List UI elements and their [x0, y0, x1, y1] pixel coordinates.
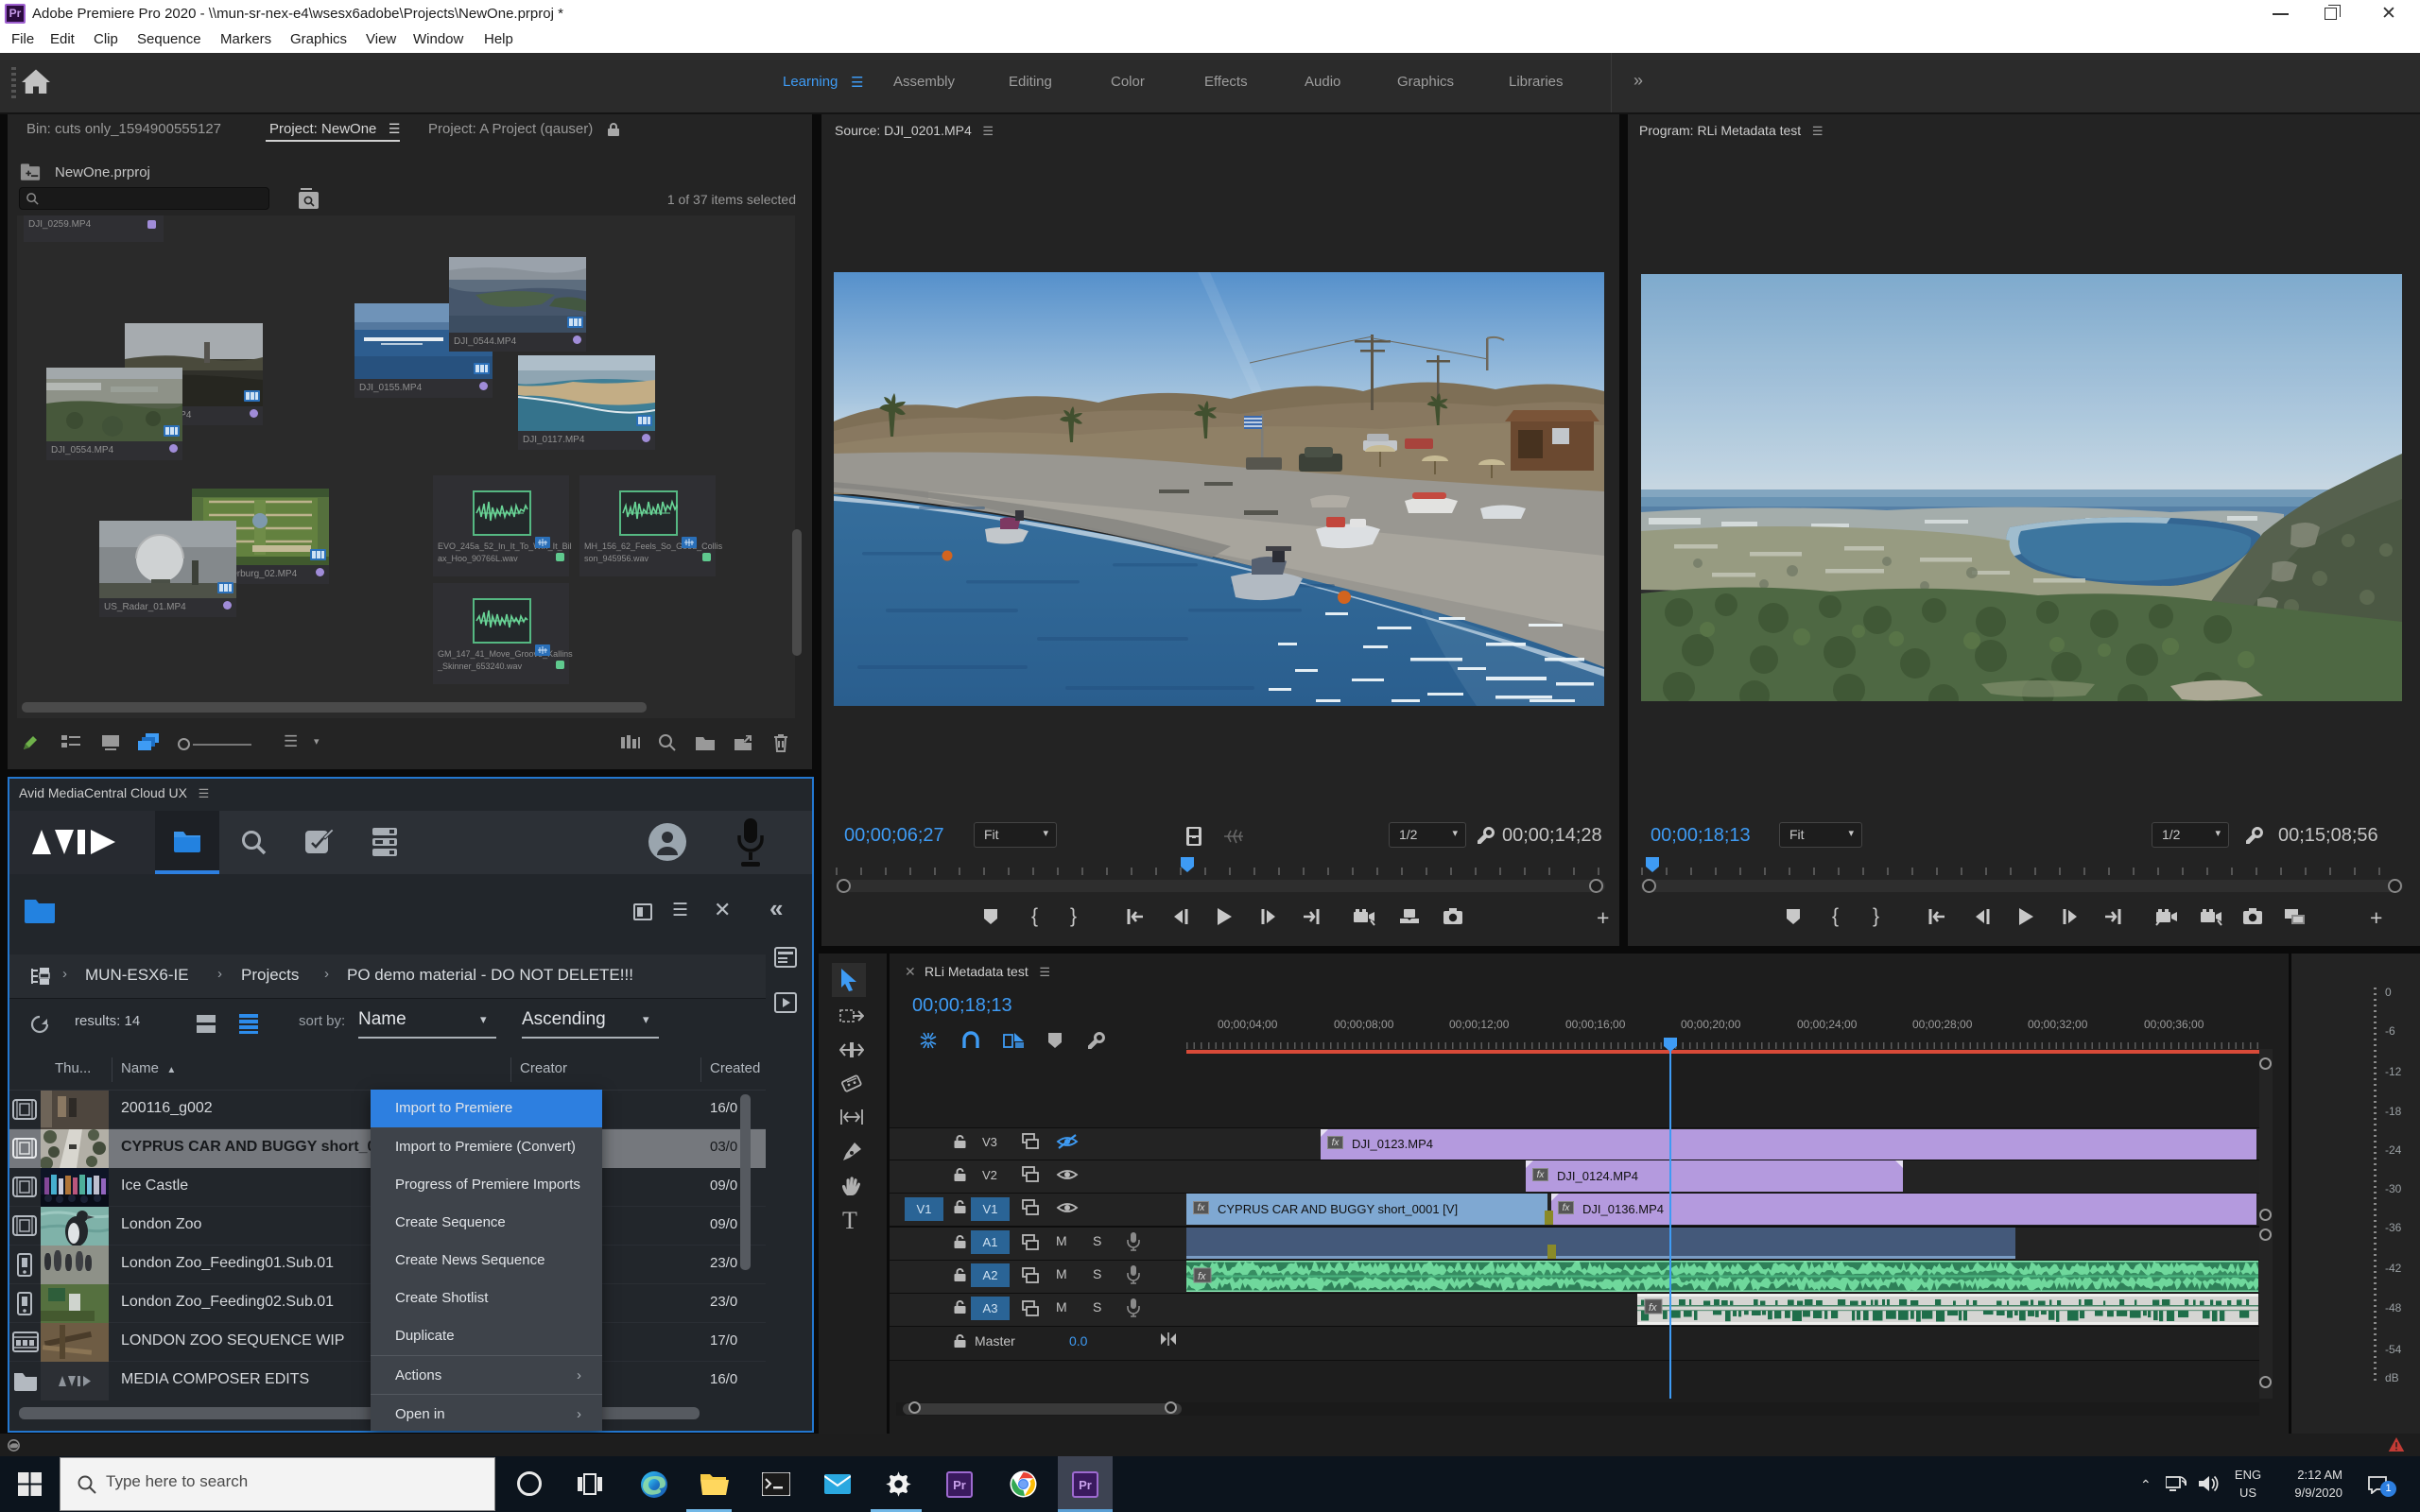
- svg-text:fx: fx: [1198, 1271, 1206, 1282]
- svg-text:fx: fx: [1649, 1302, 1657, 1314]
